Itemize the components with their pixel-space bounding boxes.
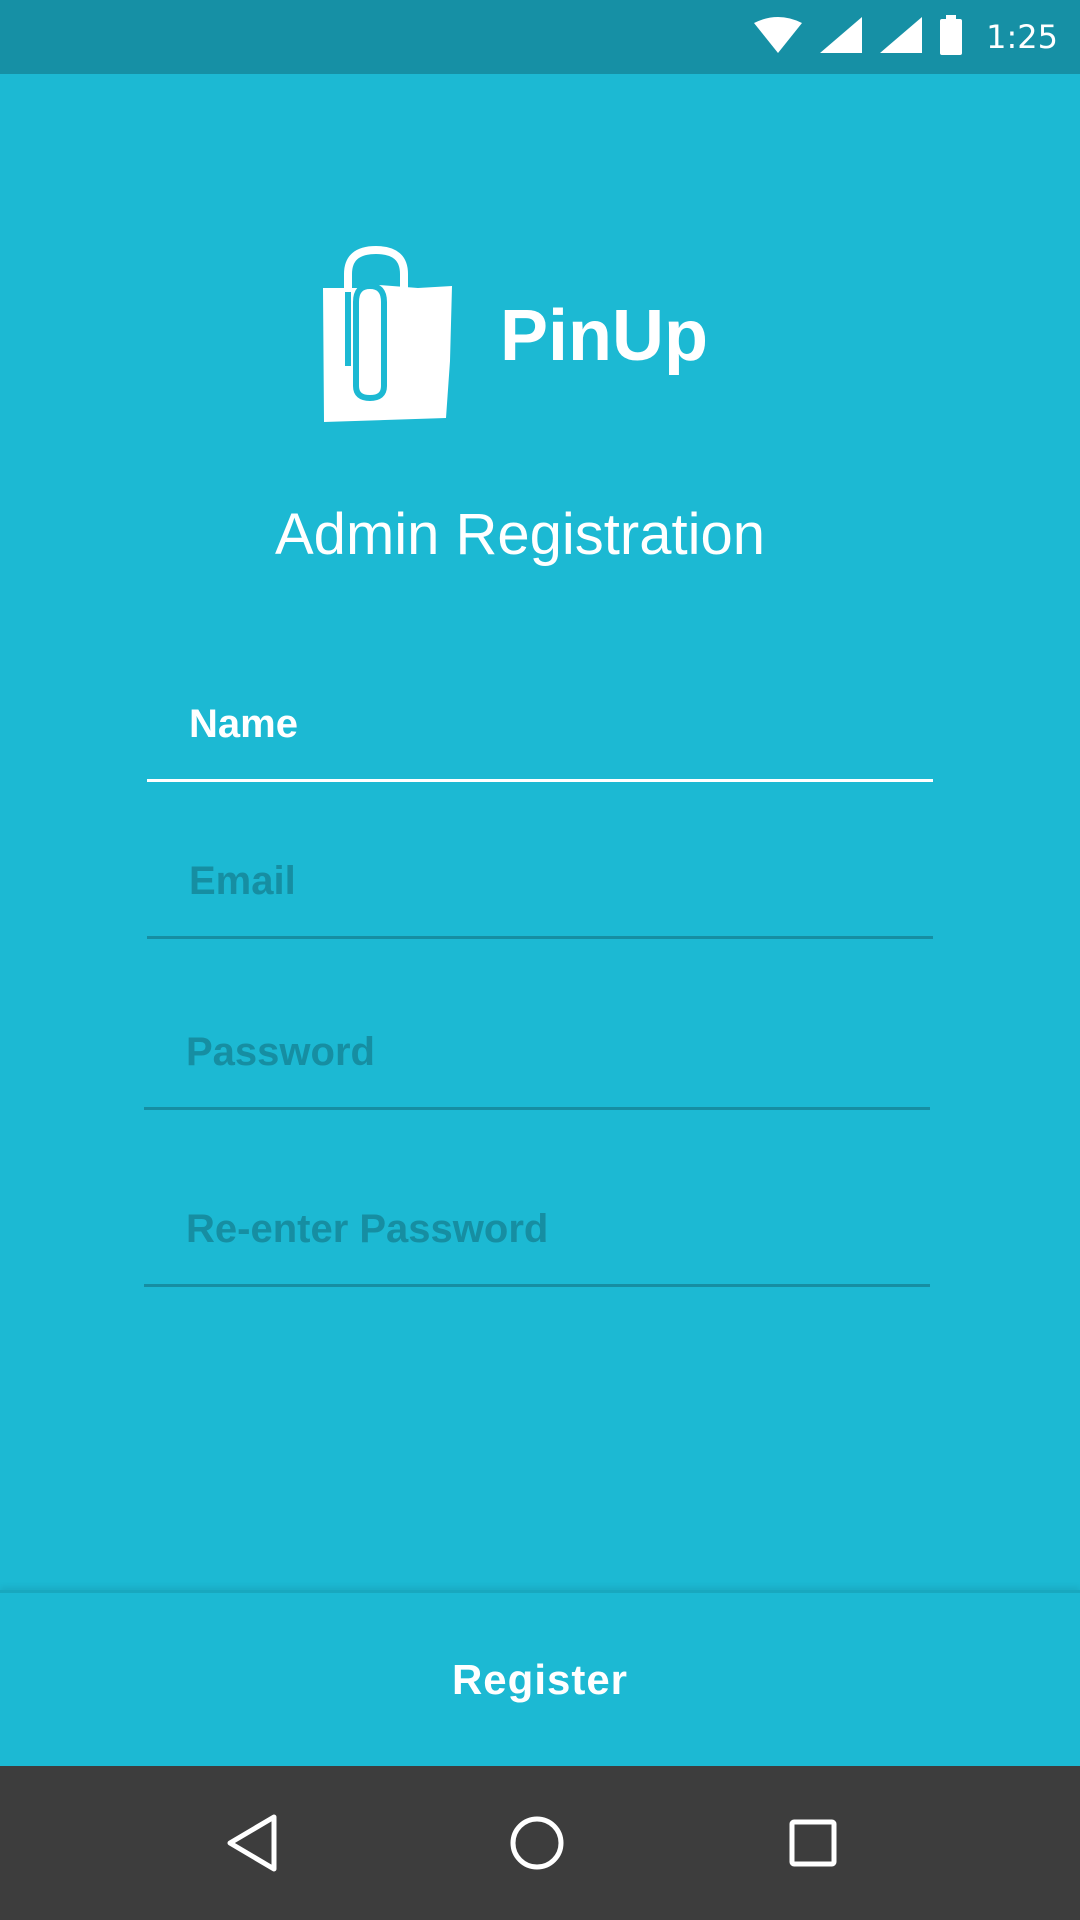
email-field-placeholder: Email (189, 859, 296, 903)
register-button-label: Register (451, 1655, 629, 1703)
cell-signal-icon (820, 16, 863, 58)
recents-icon[interactable] (743, 1766, 883, 1920)
back-icon[interactable] (182, 1766, 322, 1920)
app-name: PinUp (500, 296, 708, 376)
status-time: 1:25 (986, 18, 1058, 56)
name-field-underline (147, 779, 933, 782)
battery-icon (940, 14, 963, 60)
shopping-bag-paperclip-icon (318, 245, 458, 426)
status-icons: 1:25 (754, 0, 1058, 74)
name-field[interactable]: Name (147, 702, 933, 782)
confirm-password-field-underline (144, 1284, 930, 1287)
email-field-underline (147, 936, 933, 939)
navigation-bar (0, 1766, 1080, 1920)
page-title: Admin Registration (275, 502, 765, 567)
register-button[interactable]: Register (0, 1590, 1080, 1766)
home-icon[interactable] (467, 1766, 607, 1920)
password-field-placeholder: Password (186, 1030, 375, 1074)
confirm-password-field[interactable]: Re-enter Password (144, 1207, 930, 1287)
wifi-icon (754, 16, 803, 58)
cell-signal-icon (880, 16, 923, 58)
password-field[interactable]: Password (144, 1030, 930, 1110)
status-bar: 1:25 (0, 0, 1080, 74)
email-field[interactable]: Email (147, 859, 933, 939)
confirm-password-field-placeholder: Re-enter Password (186, 1207, 549, 1251)
name-field-value: Name (189, 702, 298, 746)
password-field-underline (144, 1107, 930, 1110)
